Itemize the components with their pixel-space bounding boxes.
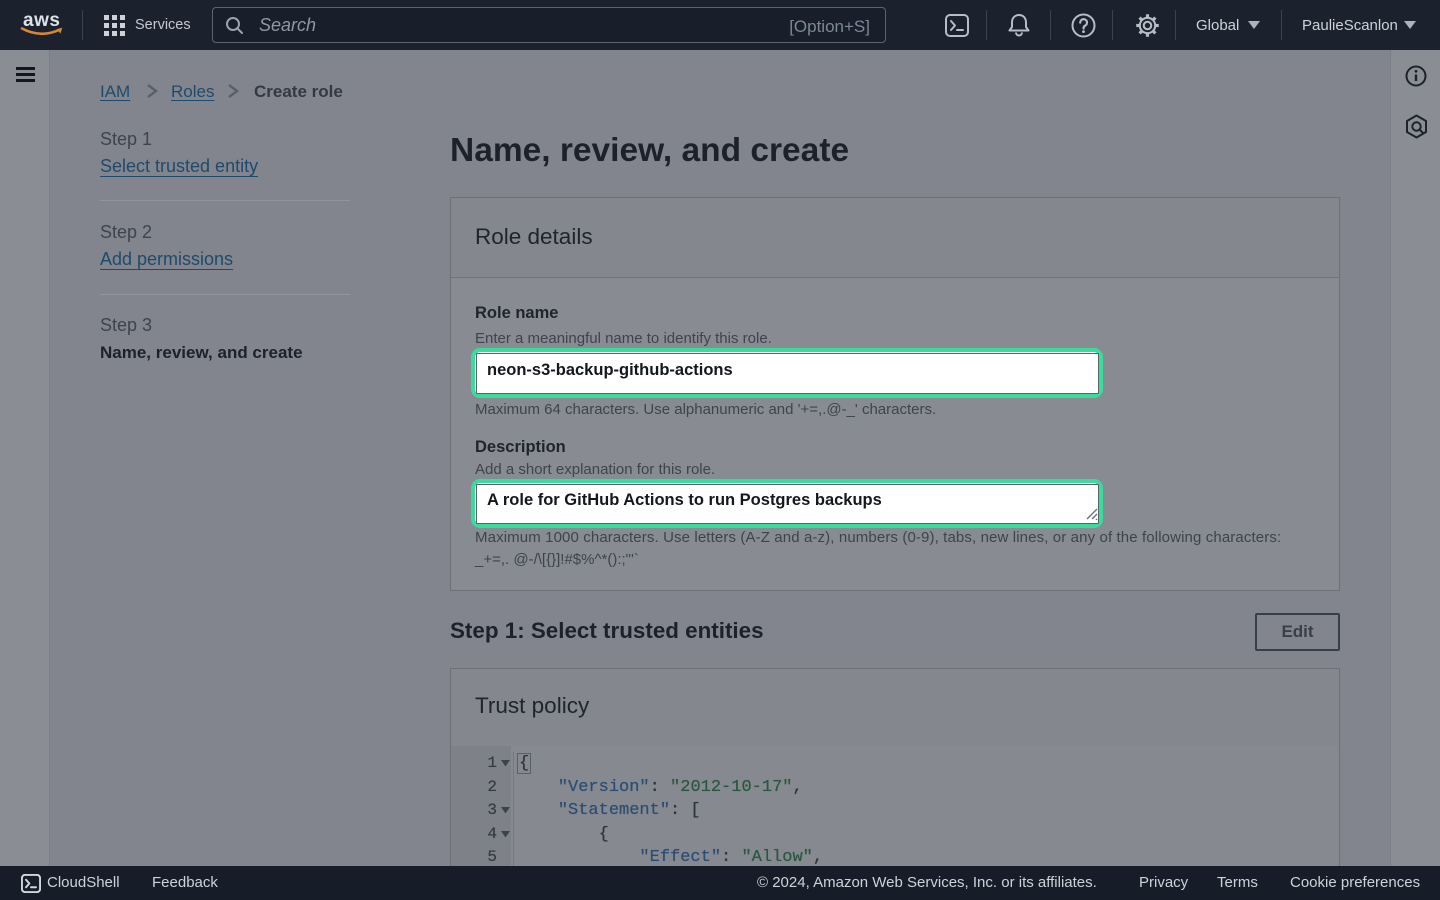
svg-text:aws: aws (23, 10, 60, 31)
